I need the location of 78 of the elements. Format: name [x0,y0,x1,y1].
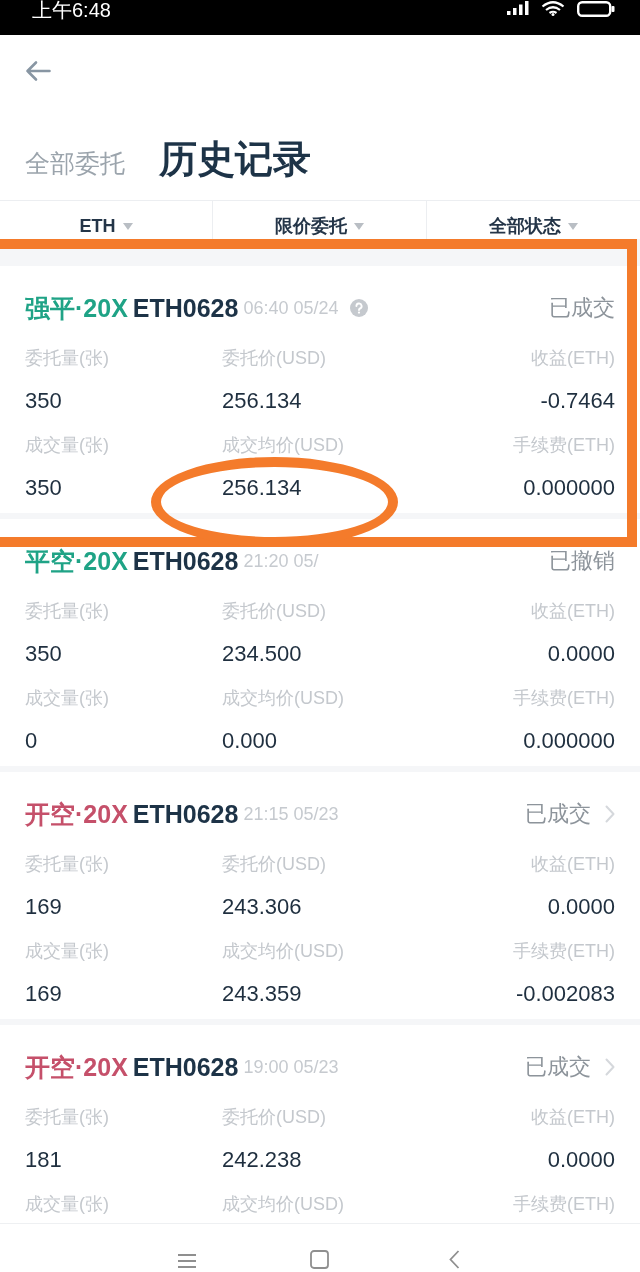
field-value: 234.500 [222,641,302,668]
order-type: 开空·20X [25,1053,128,1081]
contract-name: ETH0628 [132,800,239,828]
field-label: 成交量(张) [25,433,109,456]
field-label: 成交均价(USD) [222,686,344,709]
field-label: 委托量(张) [25,852,109,875]
home-icon[interactable] [310,1250,329,1269]
field-value: 243.359 [222,981,302,1008]
field-label: 成交量(张) [25,939,109,962]
order-status: 已成交 [525,800,591,828]
field-label: 委托价(USD) [222,1105,326,1128]
field-value: 0.0000 [547,1147,615,1174]
field-value: 181 [25,1147,62,1174]
field-label: 成交量(张) [25,1192,109,1215]
field-label: 成交均价(USD) [222,433,344,456]
field-label: 成交均价(USD) [222,939,344,962]
field-value: 0.0000 [547,641,615,668]
contract-name: ETH0628 [132,294,239,322]
order-time: 06:40 05/24 [243,297,339,320]
field-value: 350 [25,475,62,502]
caret-icon [122,222,133,230]
field-label: 收益(ETH) [531,852,615,875]
status-time: 上午6:48 [32,0,111,20]
order-card[interactable]: 强平·20X ETH0628 06:40 05/24 已成交 委托量(张) 350 委托价(USD) 256.134 收益(ETH) -0.7464 成交量(张) 350 成交均价(USD) 256.134 手续费(ETH) 0.000000 [0,266,640,513]
field-label: 委托量(张) [25,346,109,369]
contract-name: ETH0628 [132,547,239,575]
order-time: 21:15 05/23 [243,803,339,826]
order-time: 19:00 05/23 [243,1056,339,1079]
field-value: 242.238 [222,1147,302,1174]
field-label: 成交量(张) [25,686,109,709]
field-value: 0 [25,728,38,755]
field-label: 手续费(ETH) [513,433,615,456]
menu-icon[interactable] [177,1253,197,1269]
order-status: 已成交 [549,294,615,322]
field-value: 256.134 [222,475,302,502]
caret-icon [354,222,364,230]
order-card[interactable]: 开空·20X ETH0628 21:15 05/23 已成交 委托量(张) 169 委托价(USD) 243.306 收益(ETH) 0.0000 成交量(张) 169 成交均价(USD) 243.359 手续费(ETH) -0.002083 [0,772,640,1019]
field-label: 委托量(张) [25,599,109,622]
order-type: 强平·20X [25,294,128,322]
order-card[interactable]: 平空·20X ETH0628 21:20 05/ 已撤销 委托量(张) 350 委托价(USD) 234.500 收益(ETH) 0.0000 成交量(张) 0 成交均价(USD) 0.000 手续费(ETH) 0.000000 [0,519,640,766]
field-value: 169 [25,981,62,1008]
help-icon[interactable] [349,299,368,317]
signal-icon [507,1,529,15]
order-time: 21:20 05/ [243,550,319,573]
order-card[interactable]: 开空·20X ETH0628 19:00 05/23 已成交 委托量(张) 181 委托价(USD) 242.238 收益(ETH) 0.0000 成交量(张) 成交均价(USD) 手续费(ETH) [0,1025,640,1223]
field-value: 0.000 [222,728,278,755]
field-value: -0.7464 [540,388,615,415]
caret-icon [568,222,578,230]
tab[interactable]: 历史记录 [159,137,311,183]
field-label: 收益(ETH) [531,346,615,369]
field-value: 0.000000 [523,728,615,755]
wifi-icon [541,1,565,16]
field-value: -0.002083 [515,981,615,1008]
field-label: 手续费(ETH) [513,1192,615,1215]
field-label: 委托价(USD) [222,346,326,369]
field-value: 256.134 [222,388,302,415]
back-icon[interactable] [449,1250,460,1269]
field-label: 成交均价(USD) [222,1192,344,1215]
field-value: 350 [25,388,62,415]
field-value: 243.306 [222,894,302,921]
order-type: 开空·20X [25,800,128,828]
field-label: 手续费(ETH) [513,686,615,709]
field-label: 手续费(ETH) [513,939,615,962]
field-value: 0.000000 [523,475,615,502]
back-arrow-icon[interactable] [25,60,51,82]
field-label: 收益(ETH) [531,599,615,622]
field-label: 委托量(张) [25,1105,109,1128]
field-label: 委托价(USD) [222,599,326,622]
field-label: 委托价(USD) [222,852,326,875]
order-type: 平空·20X [25,547,128,575]
field-value: 0.0000 [547,894,615,921]
contract-name: ETH0628 [132,1053,239,1081]
field-label: 收益(ETH) [531,1105,615,1128]
order-status: 已成交 [525,1053,591,1081]
field-value: 350 [25,641,62,668]
field-value: 169 [25,894,62,921]
order-status: 已撤销 [549,547,615,575]
battery-icon [577,1,615,17]
